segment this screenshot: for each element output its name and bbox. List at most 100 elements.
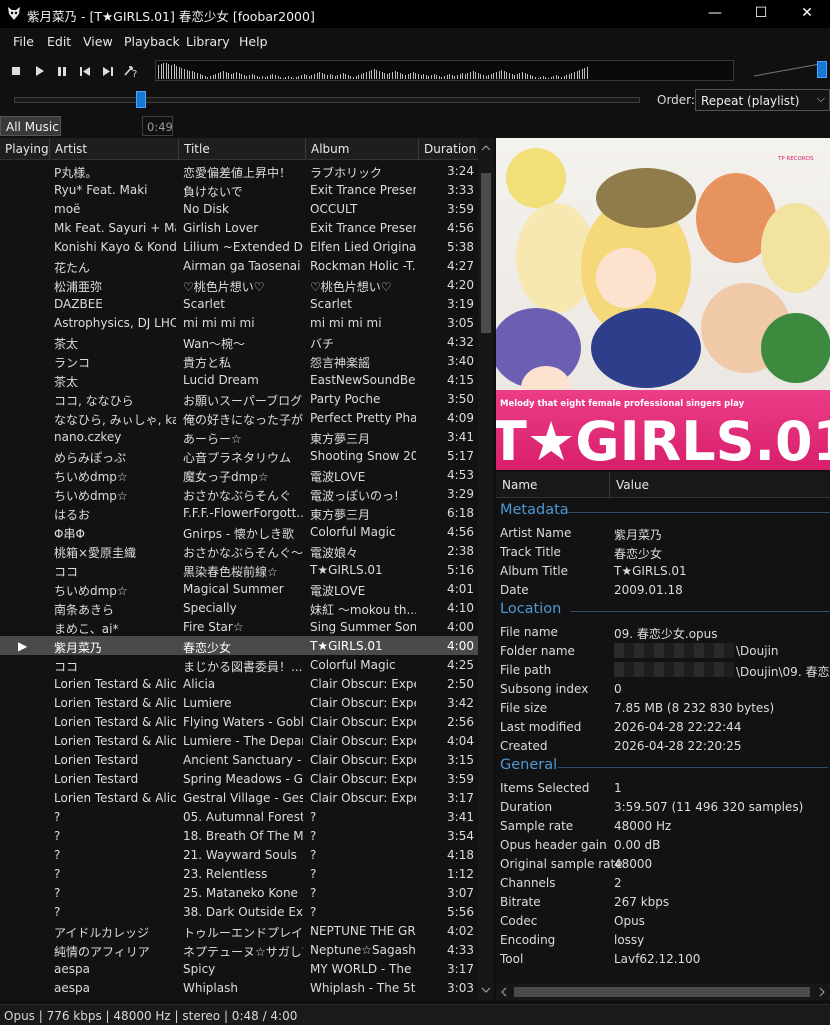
playlist-row[interactable]: aespa Spicy MY WORLD - The ... 3:17 [0,959,478,978]
playlist-row[interactable]: まめこ、ai* Fire Star☆ Sing Summer Song 4:00 [0,617,478,636]
next-icon[interactable] [100,63,116,79]
playlist-row[interactable]: ? 18. Breath Of The M...? 3:54 [0,826,478,845]
menu-library[interactable]: Library [186,34,230,49]
column-duration[interactable]: Duration [419,138,478,160]
playlist-row[interactable]: Φ串Φ Gnirps - 懐かしき歌 Colorful Magic 4:56 [0,522,478,541]
order-dropdown[interactable]: Repeat (playlist) ⌵ [695,89,830,111]
volume-slider-thumb[interactable] [817,61,827,78]
menu-file[interactable]: File [13,34,34,49]
playlist-row[interactable]: はるお F.F.F.-FlowerForgott... 東方夢三月 6:18 [0,503,478,522]
playlist-row[interactable]: アイドルカレッジ トゥルーエンドプレイヤー NEPTUNE THE GR... 4:0… [0,921,478,940]
close-button[interactable]: ✕ [784,0,830,28]
row-duration: 3:41 [447,810,474,824]
property-row[interactable]: Bitrate 267 kbps [496,892,830,911]
spectrum-bar [488,75,490,79]
property-row[interactable]: Last modified 2026-04-28 22:22:44 [496,717,830,736]
playlist-row[interactable]: ココ 黒染春色桜前線☆ T★GIRLS.01 5:16 [0,560,478,579]
playlist-row[interactable]: Lorien Testard & Alic... Flying Waters - … [0,712,478,731]
playlist-row[interactable]: ランコ 貴方と私 怨言神楽謡 3:40 [0,351,478,370]
property-row[interactable]: Subsong index 0 [496,679,830,698]
property-row[interactable]: Sample rate 48000 Hz [496,816,830,835]
playlist-row[interactable]: ? 25. Mataneko Kone ...? 3:07 [0,883,478,902]
playlist-row[interactable]: Lorien Testard Ancient Sanctuary - ... Cla… [0,750,478,769]
property-row[interactable]: Date 2009.01.18 [496,580,830,599]
playlist-row[interactable]: ちいめdmp☆ Magical Summer 電波LOVE 4:01 [0,579,478,598]
playlist-row[interactable]: ? 05. Autumnal Forest? 3:41 [0,807,478,826]
playlist-row[interactable]: Konishi Kayo & Kond... Lilium ~Extended D… [0,237,478,256]
pause-icon[interactable] [54,63,70,79]
playlist-row[interactable]: Ryu* Feat. Maki 負けないで Exit Trance Presen..… [0,180,478,199]
menu-help[interactable]: Help [239,34,268,49]
playlist-row[interactable]: 茶太 Wan～椀～ バチ 4:32 [0,332,478,351]
playlist-row[interactable]: moë No Disk OCCULT 3:59 [0,199,478,218]
tab-all-music[interactable]: All Music [0,116,61,136]
playlist-row[interactable]: ? 38. Dark Outside Ext...? 5:56 [0,902,478,921]
playlist-row[interactable]: 花たん Airman ga Taosenai ... Rockman Holic -… [0,256,478,275]
property-row[interactable]: Encoding lossy [496,930,830,949]
playlist-row[interactable]: ちいめdmp☆ 魔女っ子dmp☆ 電波LOVE 4:53 [0,465,478,484]
playlist-row[interactable]: 茶太 Lucid Dream EastNewSoundBe... 4:15 [0,370,478,389]
property-row[interactable]: Track Title 春恋少女 [496,542,830,561]
playlist-row[interactable]: 純情のアフィリア ネプテューヌ☆サガして Neptune☆Sagashi... 4:3… [0,940,478,959]
spectrum-bar [563,76,565,79]
playlist-row[interactable]: nano.czkey あーらー☆ 東方夢三月 3:41 [0,427,478,446]
property-row[interactable]: Channels 2 [496,873,830,892]
property-row[interactable]: File size 7.85 MB (8 232 830 bytes) [496,698,830,717]
playlist-row[interactable]: Lorien Testard Spring Meadows - G... Clair… [0,769,478,788]
menu-edit[interactable]: Edit [47,34,71,49]
property-row[interactable]: File name 09. 春恋少女.opus [496,622,830,641]
playlist-row[interactable]: Lorien Testard & Alic... Gestral Village … [0,788,478,807]
playlist-row[interactable]: Astrophysics, DJ LHC mi mi mi mi mi mi mi … [0,313,478,332]
property-row[interactable]: Codec Opus [496,911,830,930]
playlist-row[interactable]: ちいめdmp☆ おさかなぶらそんぐ 電波っぽいのっ! 3:29 [0,484,478,503]
property-row[interactable]: Artist Name 紫月菜乃 [496,523,830,542]
minimize-button[interactable]: — [692,0,738,28]
random-icon[interactable]: ? [123,63,139,79]
playlist-row[interactable]: Lorien Testard & Alic... Alicia Clair Obsc… [0,674,478,693]
column-title[interactable]: Title [179,138,306,160]
playlist-row[interactable]: ココ, ななひら お願いスーパーブログ... Party Poche 3:50 [0,389,478,408]
stop-icon[interactable] [8,63,24,79]
playlist-row[interactable]: 南条あきら Specially 妹紅 ～mokou th... 4:10 [0,598,478,617]
volume-slider-track[interactable] [752,60,822,78]
menu-playback[interactable]: Playback [124,34,180,49]
playlist-row[interactable]: aespa Whiplash Whiplash - The 5t... 3:03 [0,978,478,997]
column-name[interactable]: Name [502,478,537,492]
property-row[interactable]: File path \Doujin\09. 春恋少 [496,660,830,679]
property-row[interactable]: Opus header gain 0.00 dB [496,835,830,854]
seek-bar[interactable] [14,97,640,103]
property-row[interactable]: Created 2026-04-28 22:20:25 [496,736,830,755]
playlist-row[interactable]: ? 21. Wayward Souls? 4:18 [0,845,478,864]
property-row[interactable]: Items Selected 1 [496,778,830,797]
maximize-button[interactable]: ☐ [738,0,784,28]
property-row[interactable]: Original sample rate 48000 [496,854,830,873]
playlist-row[interactable]: DAZBEE Scarlet Scarlet 3:19 [0,294,478,313]
column-playing[interactable]: Playing [0,138,50,160]
property-row[interactable]: Duration 3:59.507 (11 496 320 samples) [496,797,830,816]
playlist-row[interactable]: 松浦亜弥 ♡桃色片想い♡ ♡桃色片想い♡ 4:20 [0,275,478,294]
menu-view[interactable]: View [83,34,113,49]
property-row[interactable]: Tool Lavf62.12.100 [496,949,830,968]
playlist-row[interactable]: Lorien Testard & Alic... Lumiere Clair Obs… [0,693,478,712]
previous-icon[interactable] [77,63,93,79]
spectrum-bar [496,72,497,79]
playlist-row[interactable]: ココ まじかる図書委員！... Colorful Magic 4:25 [0,655,478,674]
column-value[interactable]: Value [616,478,649,492]
seek-bar-thumb[interactable] [136,91,146,108]
playlist-row[interactable]: Lorien Testard & Alic... Lumiere - The De… [0,731,478,750]
column-artist[interactable]: Artist [50,138,179,160]
play-icon[interactable] [31,63,47,79]
playlist-row[interactable]: めらみぽっぷ 心音プラネタリウム Shooting Snow 20... 5:17 [0,446,478,465]
playlist-row[interactable]: ? 23. Relentless? 1:12 [0,864,478,883]
property-row[interactable]: Folder name \Doujin [496,641,830,660]
playlist-row[interactable]: ななひら, みぃしゃ, ka... 俺の好きになった子が... Perfect Pr… [0,408,478,427]
properties-scroll-thumb[interactable] [514,987,810,997]
property-row[interactable]: Album Title T★GIRLS.01 [496,561,830,580]
playlist-row[interactable]: P丸様。 恋愛偏差値上昇中！ ラブホリック 3:24 [0,161,478,180]
playlist-row-now-playing[interactable]: ▶ 紫月菜乃 春恋少女 T★GIRLS.01 4:00 [0,636,478,655]
playlist-row[interactable]: 桃箱×愛原圭織 おさかなぶらそんぐ～... 電波娘々 2:38 [0,541,478,560]
playlist-scroll-thumb[interactable] [481,173,491,333]
column-album[interactable]: Album [306,138,419,160]
playlist-row[interactable]: Mk Feat. Sayuri + Ma... Girlish Lover Exit… [0,218,478,237]
row-duration: 5:16 [447,563,474,577]
